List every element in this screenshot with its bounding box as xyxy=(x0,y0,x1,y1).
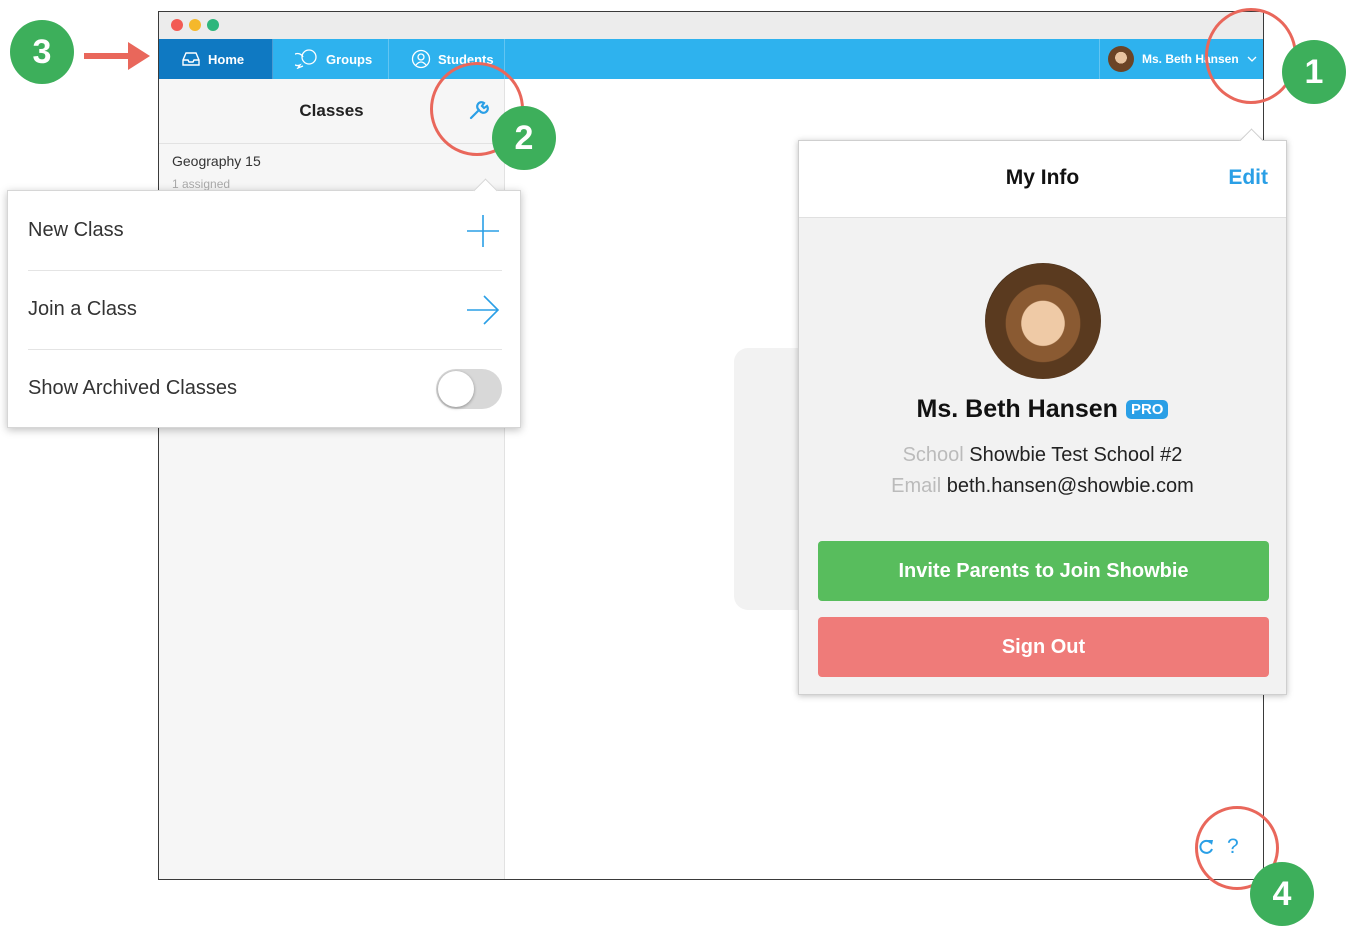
invite-parents-button[interactable]: Invite Parents to Join Showbie xyxy=(818,541,1269,601)
profile-photo xyxy=(985,263,1101,379)
show-archived-toggle[interactable] xyxy=(436,368,502,409)
marker-2-label: 2 xyxy=(514,118,534,157)
marker-1-label: 1 xyxy=(1304,52,1324,91)
sign-out-button[interactable]: Sign Out xyxy=(818,617,1269,677)
tab-groups[interactable]: Groups xyxy=(273,39,389,79)
email-detail: Email beth.hansen@showbie.com xyxy=(799,475,1286,498)
edit-button[interactable]: Edit xyxy=(1228,166,1268,190)
join-class-label: Join a Class xyxy=(28,298,137,320)
new-class-item[interactable]: New Class xyxy=(28,191,502,271)
profile-name-row: Ms. Beth Hansen PRO xyxy=(799,395,1286,424)
class-name: Geography 15 xyxy=(172,153,261,169)
tab-groups-label: Groups xyxy=(326,51,373,67)
plus-icon xyxy=(467,214,499,247)
annotation-marker-1: 1 xyxy=(1282,40,1346,104)
top-nav-bar: Home Groups Students Ms. Beth Hansen xyxy=(159,39,1263,79)
profile-name: Ms. Beth Hansen xyxy=(916,395,1118,423)
school-value: Showbie Test School #2 xyxy=(969,444,1183,466)
join-class-item[interactable]: Join a Class xyxy=(28,270,502,350)
annotation-arrow-icon xyxy=(84,42,150,70)
popover-header: My Info Edit xyxy=(799,141,1286,218)
tab-home-label: Home xyxy=(208,51,245,67)
marker-4-label: 4 xyxy=(1272,874,1292,913)
pro-badge: PRO xyxy=(1125,400,1169,419)
marker-3-label: 3 xyxy=(32,32,52,71)
tab-home[interactable]: Home xyxy=(159,39,273,79)
annotation-circle-1 xyxy=(1205,8,1297,104)
my-info-popover: My Info Edit Ms. Beth Hansen PRO School … xyxy=(798,128,1287,695)
school-detail: School Showbie Test School #2 xyxy=(799,444,1286,467)
zoom-window-button[interactable] xyxy=(207,19,219,31)
inbox-icon xyxy=(182,52,200,66)
school-label: School xyxy=(902,444,964,466)
avatar xyxy=(1108,46,1134,72)
annotation-marker-4: 4 xyxy=(1250,862,1314,926)
person-icon xyxy=(411,49,431,69)
new-class-label: New Class xyxy=(28,219,124,241)
title-bar xyxy=(159,12,1263,39)
show-archived-item: Show Archived Classes xyxy=(28,349,502,428)
class-status: 1 assigned xyxy=(172,177,231,191)
close-window-button[interactable] xyxy=(171,19,183,31)
popover-title: My Info xyxy=(1005,166,1080,189)
arrow-right-icon xyxy=(467,294,500,325)
email-value: beth.hansen@showbie.com xyxy=(946,475,1194,497)
toggle-knob xyxy=(438,370,474,407)
chat-bubbles-icon xyxy=(295,49,317,69)
annotation-marker-2: 2 xyxy=(492,106,556,170)
email-label: Email xyxy=(891,475,942,497)
show-archived-label: Show Archived Classes xyxy=(28,377,237,399)
annotation-marker-3: 3 xyxy=(10,20,74,84)
class-options-menu: New Class Join a Class Show Archived Cla… xyxy=(7,178,521,428)
minimize-window-button[interactable] xyxy=(189,19,201,31)
